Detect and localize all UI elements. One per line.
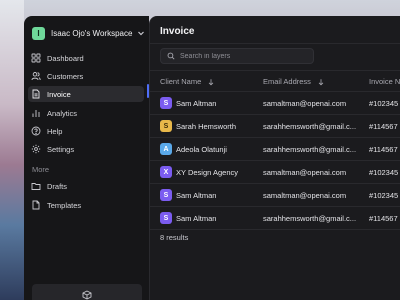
sidebar-item-label: Invoice <box>47 89 71 99</box>
arrow-down-icon <box>208 78 214 85</box>
desktop-background <box>0 0 24 300</box>
sidebar-item-label: Help <box>47 126 63 136</box>
sidebar-bottom-button[interactable] <box>32 284 142 300</box>
invoice-number: #114567 <box>369 214 398 223</box>
table-row[interactable]: X XY Design Agency samaltman@openai.com … <box>150 161 400 184</box>
page-title: Invoice <box>160 26 195 37</box>
users-icon <box>31 72 41 81</box>
sidebar-item-help[interactable]: Help <box>28 123 144 139</box>
arrow-down-icon <box>318 78 324 85</box>
sidebar-item-label: Dashboard <box>47 53 84 63</box>
sidebar-item-label: Customers <box>47 71 84 81</box>
sidebar: I Isaac Ojo's Workspace Dashboard Custom… <box>24 16 149 300</box>
grid-icon <box>31 53 41 63</box>
sidebar-item-drafts[interactable]: Drafts <box>28 178 144 194</box>
box-icon <box>82 290 92 300</box>
email-address: samaltman@openai.com <box>263 168 347 177</box>
avatar: S <box>160 189 172 201</box>
sidebar-item-invoice[interactable]: Invoice <box>28 86 144 102</box>
avatar: S <box>160 97 172 109</box>
avatar: S <box>160 212 172 224</box>
invoice-number: #114567 <box>369 122 398 131</box>
email-address: sarahhemsworth@gmail.c... <box>263 122 357 131</box>
invoice-number: #102345 <box>369 99 399 108</box>
sidebar-item-analytics[interactable]: Analytics <box>28 105 144 121</box>
client-name: Sarah Hemsworth <box>176 122 237 131</box>
sidebar-item-label: Analytics <box>47 108 78 118</box>
table-row[interactable]: S Sarah Hemsworth sarahhemsworth@gmail.c… <box>150 115 400 138</box>
file-icon <box>32 200 40 210</box>
chart-icon <box>32 110 40 117</box>
client-name: Sam Altman <box>176 99 217 108</box>
results-count: 8 results <box>160 233 189 242</box>
chevron-down-icon <box>138 31 144 36</box>
sidebar-item-label: Templates <box>47 200 82 210</box>
main-panel: Invoice Client Name Email Address Invoic… <box>149 16 400 300</box>
avatar: X <box>160 166 172 178</box>
sidebar-item-label: Drafts <box>47 181 68 191</box>
avatar: A <box>160 143 172 155</box>
table-row[interactable]: S Sam Altman sarahhemsworth@gmail.c... #… <box>150 207 400 230</box>
workspace-switcher[interactable]: I Isaac Ojo's Workspace <box>32 25 146 41</box>
search-input[interactable] <box>180 52 300 60</box>
table-row[interactable]: S Sam Altman samaltman@openai.com #10234… <box>150 92 400 115</box>
client-name: XY Design Agency <box>176 168 238 177</box>
client-name: Sam Altman <box>176 214 217 223</box>
gear-icon <box>31 144 41 154</box>
client-name: Adeola Olatunji <box>176 145 227 154</box>
client-name: Sam Altman <box>176 191 217 200</box>
table-row[interactable]: A Adeola Olatunji sarahhemsworth@gmail.c… <box>150 138 400 161</box>
document-icon <box>32 89 40 99</box>
sidebar-item-templates[interactable]: Templates <box>28 197 144 213</box>
search-box[interactable] <box>160 48 314 64</box>
sidebar-item-label: Settings <box>47 144 75 154</box>
help-icon <box>31 126 41 136</box>
invoice-number: #114567 <box>369 145 398 154</box>
email-address: sarahhemsworth@gmail.c... <box>263 145 357 154</box>
sidebar-item-settings[interactable]: Settings <box>28 141 144 157</box>
more-section-label: More <box>32 165 50 174</box>
email-address: sarahhemsworth@gmail.c... <box>263 214 357 223</box>
email-address: samaltman@openai.com <box>263 191 347 200</box>
workspace-avatar: I <box>32 26 45 40</box>
column-header-email[interactable]: Email Address <box>263 77 325 86</box>
table-row[interactable]: S Sam Altman samaltman@openai.com #10234… <box>150 184 400 207</box>
search-icon <box>167 52 175 60</box>
table-header: Client Name Email Address Invoice Ne <box>150 70 400 92</box>
email-address: samaltman@openai.com <box>263 99 347 108</box>
divider <box>150 43 400 44</box>
avatar: S <box>160 120 172 132</box>
invoice-number: #102345 <box>369 168 399 177</box>
folder-icon <box>31 183 41 190</box>
column-header-invoice-number[interactable]: Invoice Ne <box>369 77 400 86</box>
invoice-number: #102345 <box>369 191 399 200</box>
column-header-client-name[interactable]: Client Name <box>160 77 215 86</box>
sidebar-item-customers[interactable]: Customers <box>28 68 144 84</box>
sidebar-item-dashboard[interactable]: Dashboard <box>28 50 144 66</box>
workspace-name: Isaac Ojo's Workspace <box>51 28 133 38</box>
